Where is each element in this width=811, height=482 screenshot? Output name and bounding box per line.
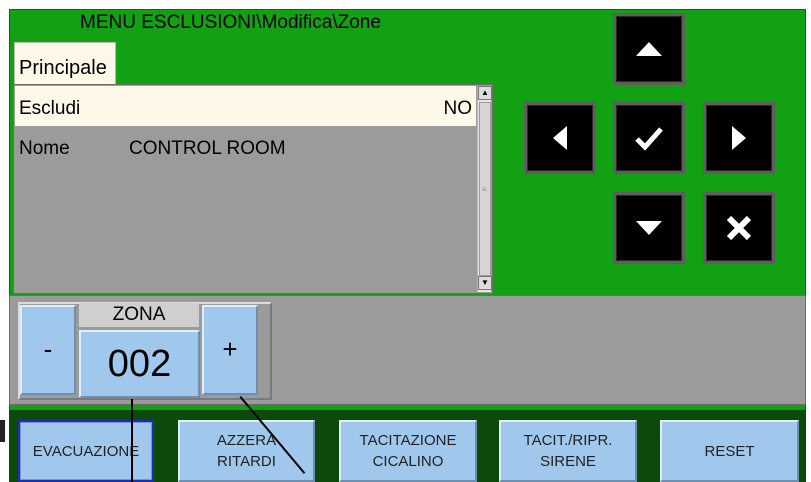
arrow-left-icon xyxy=(553,126,567,150)
zone-plus-button[interactable]: + xyxy=(202,305,258,395)
checkmark-icon xyxy=(635,127,663,151)
nome-label: Nome xyxy=(19,138,70,159)
escludi-value: NO xyxy=(443,98,473,119)
zone-value[interactable]: 002 xyxy=(79,330,200,398)
nav-right-button[interactable] xyxy=(703,102,775,174)
confirm-button[interactable] xyxy=(613,102,685,174)
tab-principale[interactable]: Principale xyxy=(14,42,116,86)
zone-label: ZONA xyxy=(79,303,199,327)
tacitazione-line1: TACITAZIONE xyxy=(359,432,457,449)
tacit-ripr-line1: TACIT./RIPR. xyxy=(523,432,613,449)
azzera-ritardi-line2: RITARDI xyxy=(217,453,276,470)
list-item-escludi[interactable]: Escludi NO xyxy=(15,86,476,126)
scroll-thumb[interactable]: ≡ xyxy=(479,102,491,276)
zone-minus-button[interactable]: - xyxy=(20,305,76,395)
tacitazione-cicalino-button[interactable]: TACITAZIONE CICALINO xyxy=(339,420,477,482)
azzera-ritardi-line1: AZZERA xyxy=(216,432,277,449)
scrollbar[interactable]: ▲ ≡ ▼ xyxy=(477,86,492,292)
nav-down-button[interactable] xyxy=(613,192,685,264)
list-item-nome[interactable]: Nome CONTROL ROOM xyxy=(15,127,476,167)
azzera-ritardi-button[interactable]: AZZERA RITARDI xyxy=(178,420,315,482)
reset-button[interactable]: RESET xyxy=(660,420,799,482)
tacit-ripr-sirene-button[interactable]: TACIT./RIPR. SIRENE xyxy=(499,420,637,482)
evacuazione-button[interactable]: EVACUAZIONE xyxy=(18,420,154,482)
grip-icon: ≡ xyxy=(482,185,487,194)
x-mark-icon xyxy=(726,215,752,241)
nav-up-button[interactable] xyxy=(613,13,685,85)
arrow-right-icon xyxy=(732,126,746,150)
annotation-line xyxy=(131,399,133,482)
escludi-label: Escludi xyxy=(19,98,81,119)
properties-list: Escludi NO Nome CONTROL ROOM ▲ ≡ ▼ xyxy=(13,84,493,294)
arrow-down-icon xyxy=(636,221,662,235)
scroll-down-button[interactable]: ▼ xyxy=(478,276,492,290)
arrow-up-icon xyxy=(636,42,662,56)
edge-marker xyxy=(0,420,5,442)
nav-left-button[interactable] xyxy=(524,102,596,174)
nome-value: CONTROL ROOM xyxy=(129,138,286,159)
tacitazione-line2: CICALINO xyxy=(372,453,444,470)
scroll-up-button[interactable]: ▲ xyxy=(478,86,492,100)
page-title: MENU ESCLUSIONI\Modifica\Zone xyxy=(80,12,381,33)
cancel-button[interactable] xyxy=(703,192,775,264)
tacit-ripr-line2: SIRENE xyxy=(540,453,596,470)
